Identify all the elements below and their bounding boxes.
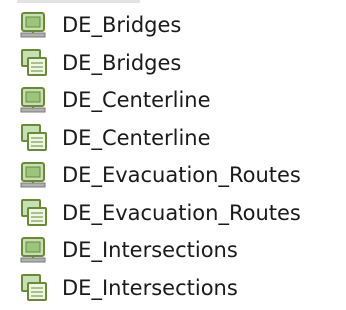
list-item-de-bridges[interactable]: DE_Bridges <box>0 7 346 45</box>
header-divider <box>17 0 140 3</box>
database-stack-icon <box>17 273 49 303</box>
list-item-label: DE_Intersections <box>62 238 238 262</box>
database-stack-icon <box>17 48 49 78</box>
list-item-label: DE_Evacuation_Routes <box>62 163 301 187</box>
list-item-label: DE_Evacuation_Routes <box>62 200 301 225</box>
file-list: DE_Bridges DE_Bridges DE_Centerline DE_C… <box>0 7 346 307</box>
database-icon <box>17 160 49 190</box>
database-stack-icon <box>17 198 49 228</box>
list-item-label: DE_Centerline <box>62 88 211 112</box>
database-icon <box>17 235 49 265</box>
list-item-de-centerline[interactable]: DE_Centerline <box>0 82 346 120</box>
list-item-de-evacuation-routes[interactable]: DE_Evacuation_Routes <box>0 157 346 195</box>
list-item-de-evacuation-routes[interactable]: DE_Evacuation_Routes <box>0 195 346 233</box>
list-item-de-intersections[interactable]: DE_Intersections <box>0 232 346 270</box>
list-item-de-centerline[interactable]: DE_Centerline <box>0 120 346 158</box>
list-item-de-bridges[interactable]: DE_Bridges <box>0 45 346 83</box>
list-item-label: DE_Bridges <box>62 50 182 75</box>
list-item-label: DE_Centerline <box>62 125 211 150</box>
database-icon <box>17 85 49 115</box>
database-stack-icon <box>17 123 49 153</box>
list-item-label: DE_Bridges <box>62 13 182 37</box>
list-item-label: DE_Intersections <box>62 275 238 300</box>
database-icon <box>17 10 49 40</box>
list-item-de-intersections[interactable]: DE_Intersections <box>0 270 346 308</box>
